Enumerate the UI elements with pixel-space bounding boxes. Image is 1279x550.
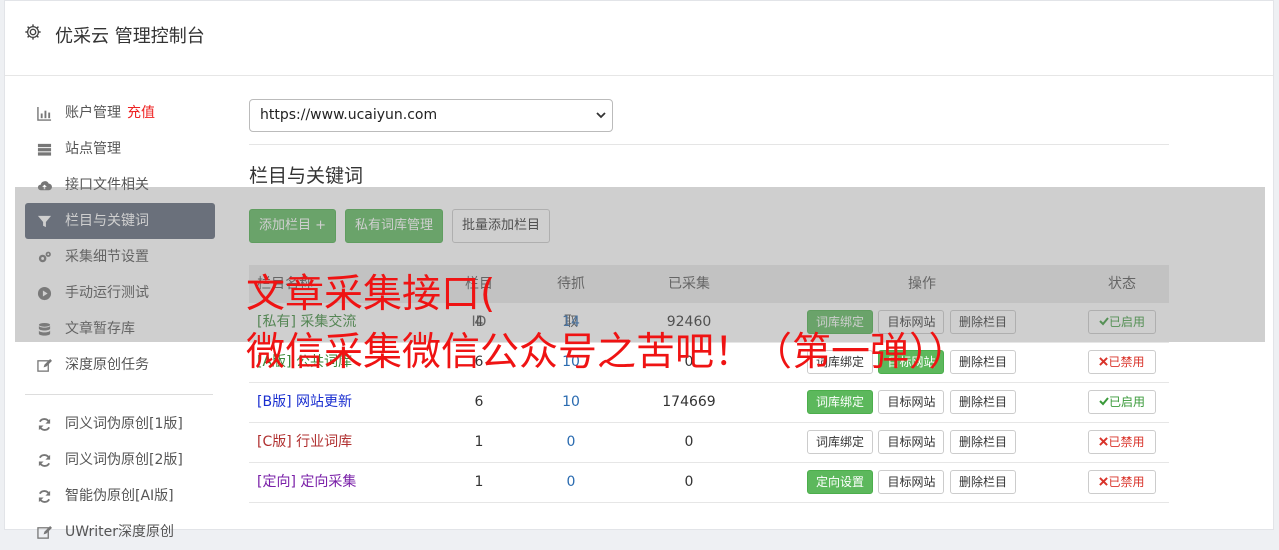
page-header: 优采云 管理控制台 — [5, 1, 1273, 76]
column-id: 1 — [474, 474, 484, 490]
page-title: 优采云 管理控制台 — [55, 26, 205, 47]
sidebar-item-label: UWriter深度原创 — [65, 524, 174, 540]
sidebar-item-sites[interactable]: 站点管理 — [25, 131, 215, 167]
row-actions: 词库绑定 目标网站 删除栏目 — [807, 383, 1037, 422]
edit-icon — [37, 525, 52, 539]
recharge-link[interactable]: 充值 — [127, 105, 155, 121]
sidebar-divider — [25, 394, 213, 395]
bind-dictionary-button[interactable]: 定向设置 — [807, 470, 874, 494]
check-icon — [1099, 397, 1109, 406]
row-actions: 定向设置 目标网站 删除栏目 — [807, 463, 1037, 502]
column-id: 6 — [474, 394, 484, 410]
gear-icon — [25, 24, 41, 40]
sidebar-item-account[interactable]: 账户管理 充值 — [25, 95, 215, 131]
refresh-icon — [38, 418, 51, 431]
status-toggle[interactable]: 已禁用 — [1088, 350, 1156, 374]
sidebar-item-label: 同义词伪原创[2版] — [65, 452, 183, 468]
collected-count: 0 — [684, 474, 694, 490]
server-icon — [37, 143, 52, 156]
target-site-button[interactable]: 目标网站 — [878, 470, 945, 494]
column-tag: [C版] — [257, 434, 292, 450]
row-status: 已禁用 — [1085, 423, 1159, 462]
sidebar-item-label: 智能伪原创[AI版] — [65, 488, 174, 504]
table-row: [B版] 网站更新 6 10 174669 词库绑定 目标网站 删除栏目 已启用 — [249, 383, 1169, 423]
column-name-link[interactable]: [C版] 行业词库 — [257, 423, 352, 462]
status-toggle[interactable]: 已禁用 — [1088, 470, 1156, 494]
edit-icon — [37, 358, 52, 372]
row-status: 已禁用 — [1085, 343, 1159, 382]
status-toggle[interactable]: 已禁用 — [1088, 430, 1156, 454]
site-select-value: https://www.ucaiyun.com — [260, 107, 438, 123]
collected-count: 0 — [684, 434, 694, 450]
delete-column-button[interactable]: 删除栏目 — [949, 470, 1016, 494]
sidebar-item-label: 站点管理 — [65, 141, 121, 157]
status-toggle[interactable]: 已启用 — [1087, 390, 1156, 414]
delete-column-button[interactable]: 删除栏目 — [949, 430, 1016, 454]
refresh-icon — [38, 490, 51, 503]
status-label: 已禁用 — [1108, 355, 1145, 369]
status-label: 已启用 — [1108, 395, 1145, 409]
delete-column-button[interactable]: 删除栏目 — [949, 390, 1016, 414]
section-title: 栏目与关键词 — [249, 165, 364, 187]
column-name: 网站更新 — [295, 394, 352, 410]
sidebar-item-synonym-v1[interactable]: 同义词伪原创[1版] — [25, 406, 215, 442]
overlay-title-line2: 微信采集微信公众号之苦吧！（第一弹）） — [246, 330, 968, 375]
table-row: [C版] 行业词库 1 0 0 词库绑定 目标网站 删除栏目 已禁用 — [249, 423, 1169, 463]
column-id: 1 — [474, 434, 484, 450]
collected-count: 174669 — [662, 394, 716, 410]
sidebar-item-synonym-v2[interactable]: 同义词伪原创[2版] — [25, 442, 215, 478]
sidebar-item-ai-rewrite[interactable]: 智能伪原创[AI版] — [25, 478, 215, 514]
bind-dictionary-button[interactable]: 词库绑定 — [807, 390, 874, 414]
overlay-title-line1: 文章采集接口( — [246, 272, 496, 317]
pending-count-link[interactable]: 0 — [551, 423, 591, 462]
sidebar-item-label: 同义词伪原创[1版] — [65, 416, 183, 432]
target-site-button[interactable]: 目标网站 — [878, 430, 945, 454]
row-actions: 词库绑定 目标网站 删除栏目 — [807, 423, 1037, 462]
column-name: 行业词库 — [296, 434, 353, 450]
refresh-icon — [38, 454, 51, 467]
column-name-link[interactable]: [定向] 定向采集 — [257, 463, 356, 502]
site-select[interactable]: https://www.ucaiyun.com — [249, 99, 613, 132]
sidebar-item-label: 深度原创任务 — [65, 357, 149, 373]
status-label: 已禁用 — [1108, 475, 1145, 489]
pending-count-link[interactable]: 10 — [551, 383, 591, 422]
overlay-banner — [15, 187, 1265, 342]
sidebar-item-deep-original[interactable]: 深度原创任务 — [25, 347, 215, 383]
status-label: 已禁用 — [1108, 435, 1145, 449]
bar-chart-icon — [37, 106, 52, 121]
column-tag: [定向] — [257, 474, 296, 490]
column-tag: [B版] — [257, 394, 292, 410]
divider — [249, 144, 1169, 145]
pending-count-link[interactable]: 0 — [551, 463, 591, 502]
table-row: [定向] 定向采集 1 0 0 定向设置 目标网站 删除栏目 已禁用 — [249, 463, 1169, 503]
row-status: 已启用 — [1085, 383, 1159, 422]
row-status: 已禁用 — [1085, 463, 1159, 502]
target-site-button[interactable]: 目标网站 — [878, 390, 945, 414]
chevron-down-icon — [596, 112, 606, 119]
bind-dictionary-button[interactable]: 词库绑定 — [807, 430, 874, 454]
column-name-link[interactable]: [B版] 网站更新 — [257, 383, 352, 422]
sidebar-item-uwriter[interactable]: UWriter深度原创 — [25, 514, 215, 550]
sidebar-item-label: 账户管理 — [65, 105, 121, 121]
column-name: 定向采集 — [300, 474, 357, 490]
